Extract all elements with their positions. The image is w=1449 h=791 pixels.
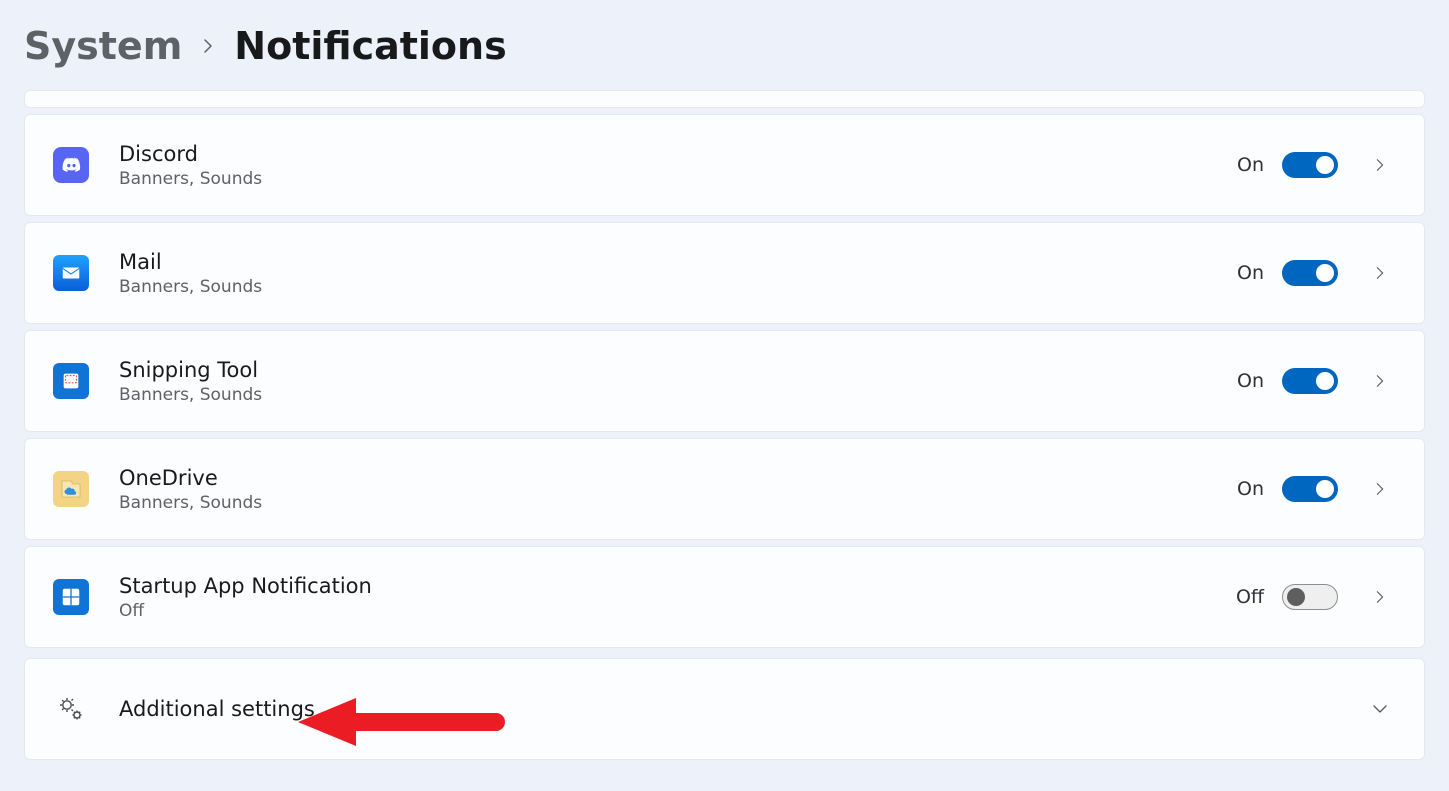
app-sub-label: Banners, Sounds	[119, 277, 1237, 297]
additional-settings-row[interactable]: Additional settings	[24, 658, 1425, 760]
toggle-state-label: On	[1237, 370, 1264, 392]
chevron-right-icon	[1364, 473, 1396, 505]
notification-toggle[interactable]	[1282, 260, 1338, 286]
app-sub-label: Banners, Sounds	[119, 385, 1237, 405]
app-name-label: Discord	[119, 141, 1237, 167]
onedrive-icon	[53, 471, 89, 507]
app-notification-row-discord[interactable]: Discord Banners, Sounds On	[24, 114, 1425, 216]
toggle-state-label: On	[1237, 262, 1264, 284]
notification-toggle[interactable]	[1282, 584, 1338, 610]
breadcrumb-parent-link[interactable]: System	[24, 24, 182, 68]
app-name-label: Mail	[119, 249, 1237, 275]
toggle-state-label: On	[1237, 478, 1264, 500]
additional-settings-label: Additional settings	[119, 696, 1350, 722]
app-notification-row-startup[interactable]: Startup App Notification Off Off	[24, 546, 1425, 648]
breadcrumb: System Notifications	[0, 0, 1449, 90]
app-name-label: Snipping Tool	[119, 357, 1237, 383]
notification-toggle[interactable]	[1282, 368, 1338, 394]
app-name-label: Startup App Notification	[119, 573, 1236, 599]
chevron-right-icon	[1364, 149, 1396, 181]
gears-icon	[53, 694, 89, 724]
app-sub-label: Off	[119, 601, 1236, 621]
snipping-tool-icon	[53, 363, 89, 399]
toggle-state-label: On	[1237, 154, 1264, 176]
app-sub-label: Banners, Sounds	[119, 493, 1237, 513]
app-notification-row-snipping-tool[interactable]: Snipping Tool Banners, Sounds On	[24, 330, 1425, 432]
chevron-right-icon	[1364, 257, 1396, 289]
chevron-right-icon	[200, 38, 216, 54]
notification-toggle[interactable]	[1282, 476, 1338, 502]
content-area: Discord Banners, Sounds On Mail Banners,…	[0, 90, 1449, 790]
chevron-right-icon	[1364, 365, 1396, 397]
chevron-down-icon	[1364, 693, 1396, 725]
toggle-state-label: Off	[1236, 586, 1264, 608]
app-notification-row-onedrive[interactable]: OneDrive Banners, Sounds On	[24, 438, 1425, 540]
page-title: Notifications	[234, 24, 506, 68]
chevron-right-icon	[1364, 581, 1396, 613]
discord-icon	[53, 147, 89, 183]
mail-icon	[53, 255, 89, 291]
notification-toggle[interactable]	[1282, 152, 1338, 178]
app-name-label: OneDrive	[119, 465, 1237, 491]
settings-row-partial[interactable]	[24, 90, 1425, 108]
startup-app-icon	[53, 579, 89, 615]
app-sub-label: Banners, Sounds	[119, 169, 1237, 189]
app-notification-row-mail[interactable]: Mail Banners, Sounds On	[24, 222, 1425, 324]
